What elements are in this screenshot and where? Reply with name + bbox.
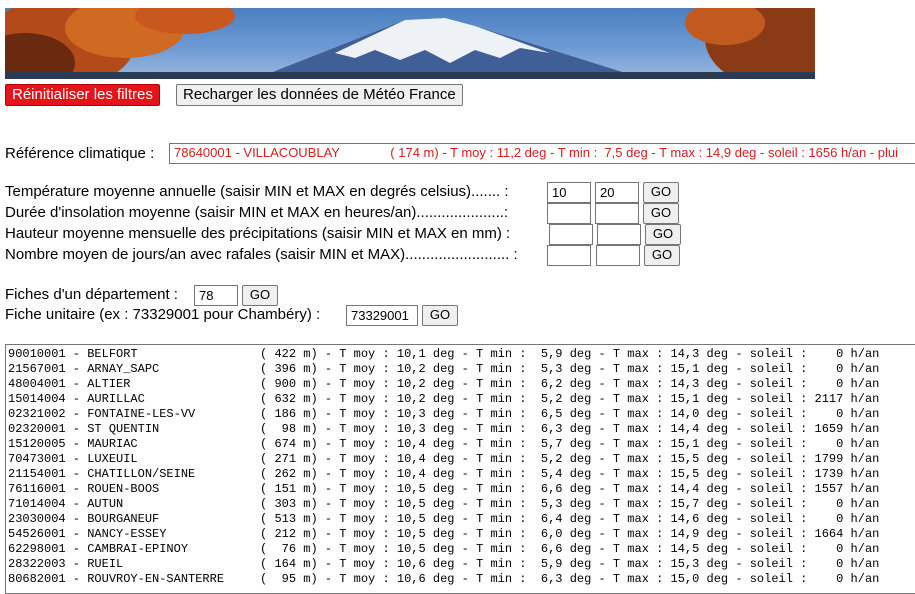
list-item[interactable]: 02320001 - ST QUENTIN ( 98 m) - T moy : … (8, 422, 914, 437)
banner-image (5, 8, 815, 79)
unitaire-label: Fiche unitaire (ex : 73329001 pour Chamb… (5, 306, 321, 323)
list-item[interactable]: 02321002 - FONTAINE-LES-VV ( 186 m) - T … (8, 407, 914, 422)
filter-temperature-label: Température moyenne annuelle (saisir MIN… (5, 183, 509, 200)
list-item[interactable]: 90010001 - BELFORT ( 422 m) - T moy : 10… (8, 347, 914, 362)
temperature-max-input[interactable]: 20 (595, 182, 639, 203)
temperature-go-button[interactable]: GO (643, 182, 679, 203)
reference-label: Référence climatique : (5, 145, 155, 162)
list-item[interactable]: 21154001 - CHATILLON/SEINE ( 262 m) - T … (8, 467, 914, 482)
departement-label: Fiches d'un département : (5, 286, 178, 303)
insolation-min-input[interactable] (547, 203, 591, 224)
insolation-max-input[interactable] (595, 203, 639, 224)
list-item[interactable]: 28322003 - RUEIL ( 164 m) - T moy : 10,6… (8, 557, 914, 572)
reference-select[interactable]: 78640001 - VILLACOUBLAY ( 174 m) - T moy… (169, 143, 915, 164)
stations-list[interactable]: 90010001 - BELFORT ( 422 m) - T moy : 10… (5, 344, 915, 594)
list-item[interactable]: 15014004 - AURILLAC ( 632 m) - T moy : 1… (8, 392, 914, 407)
rafales-go-button[interactable]: GO (644, 245, 680, 266)
list-item[interactable]: 48004001 - ALTIER ( 900 m) - T moy : 10,… (8, 377, 914, 392)
reset-filters-button[interactable]: Réinitialiser les filtres (5, 84, 160, 106)
reload-meteo-france-button[interactable]: Recharger les données de Météo France (176, 84, 463, 106)
filter-insolation-label: Durée d'insolation moyenne (saisir MIN e… (5, 204, 509, 221)
precipitation-max-input[interactable] (597, 224, 641, 245)
filter-precipitation-label: Hauteur moyenne mensuelle des précipitat… (5, 225, 511, 242)
precipitation-min-input[interactable] (549, 224, 593, 245)
list-item[interactable]: 62298001 - CAMBRAI-EPINOY ( 76 m) - T mo… (8, 542, 914, 557)
departement-go-button[interactable]: GO (242, 285, 278, 306)
list-item[interactable]: 80682001 - ROUVROY-EN-SANTERRE ( 95 m) -… (8, 572, 914, 587)
filter-rafales-label: Nombre moyen de jours/an avec rafales (s… (5, 246, 518, 263)
unitaire-go-button[interactable]: GO (422, 305, 458, 326)
rafales-min-input[interactable] (547, 245, 591, 266)
departement-input[interactable]: 78 (194, 285, 238, 306)
list-item[interactable]: 15120005 - MAURIAC ( 674 m) - T moy : 10… (8, 437, 914, 452)
rafales-max-input[interactable] (596, 245, 640, 266)
list-item[interactable]: 71014004 - AUTUN ( 303 m) - T moy : 10,5… (8, 497, 914, 512)
precipitation-go-button[interactable]: GO (645, 224, 681, 245)
list-item[interactable]: 54526001 - NANCY-ESSEY ( 212 m) - T moy … (8, 527, 914, 542)
list-item[interactable]: 21567001 - ARNAY_SAPC ( 396 m) - T moy :… (8, 362, 914, 377)
list-item[interactable]: 70473001 - LUXEUIL ( 271 m) - T moy : 10… (8, 452, 914, 467)
temperature-min-input[interactable]: 10 (547, 182, 591, 203)
insolation-go-button[interactable]: GO (643, 203, 679, 224)
list-item[interactable]: 23030004 - BOURGANEUF ( 513 m) - T moy :… (8, 512, 914, 527)
list-item[interactable]: 76116001 - ROUEN-BOOS ( 151 m) - T moy :… (8, 482, 914, 497)
unitaire-input[interactable]: 73329001 (346, 305, 418, 326)
mountain-illustration (5, 8, 815, 79)
